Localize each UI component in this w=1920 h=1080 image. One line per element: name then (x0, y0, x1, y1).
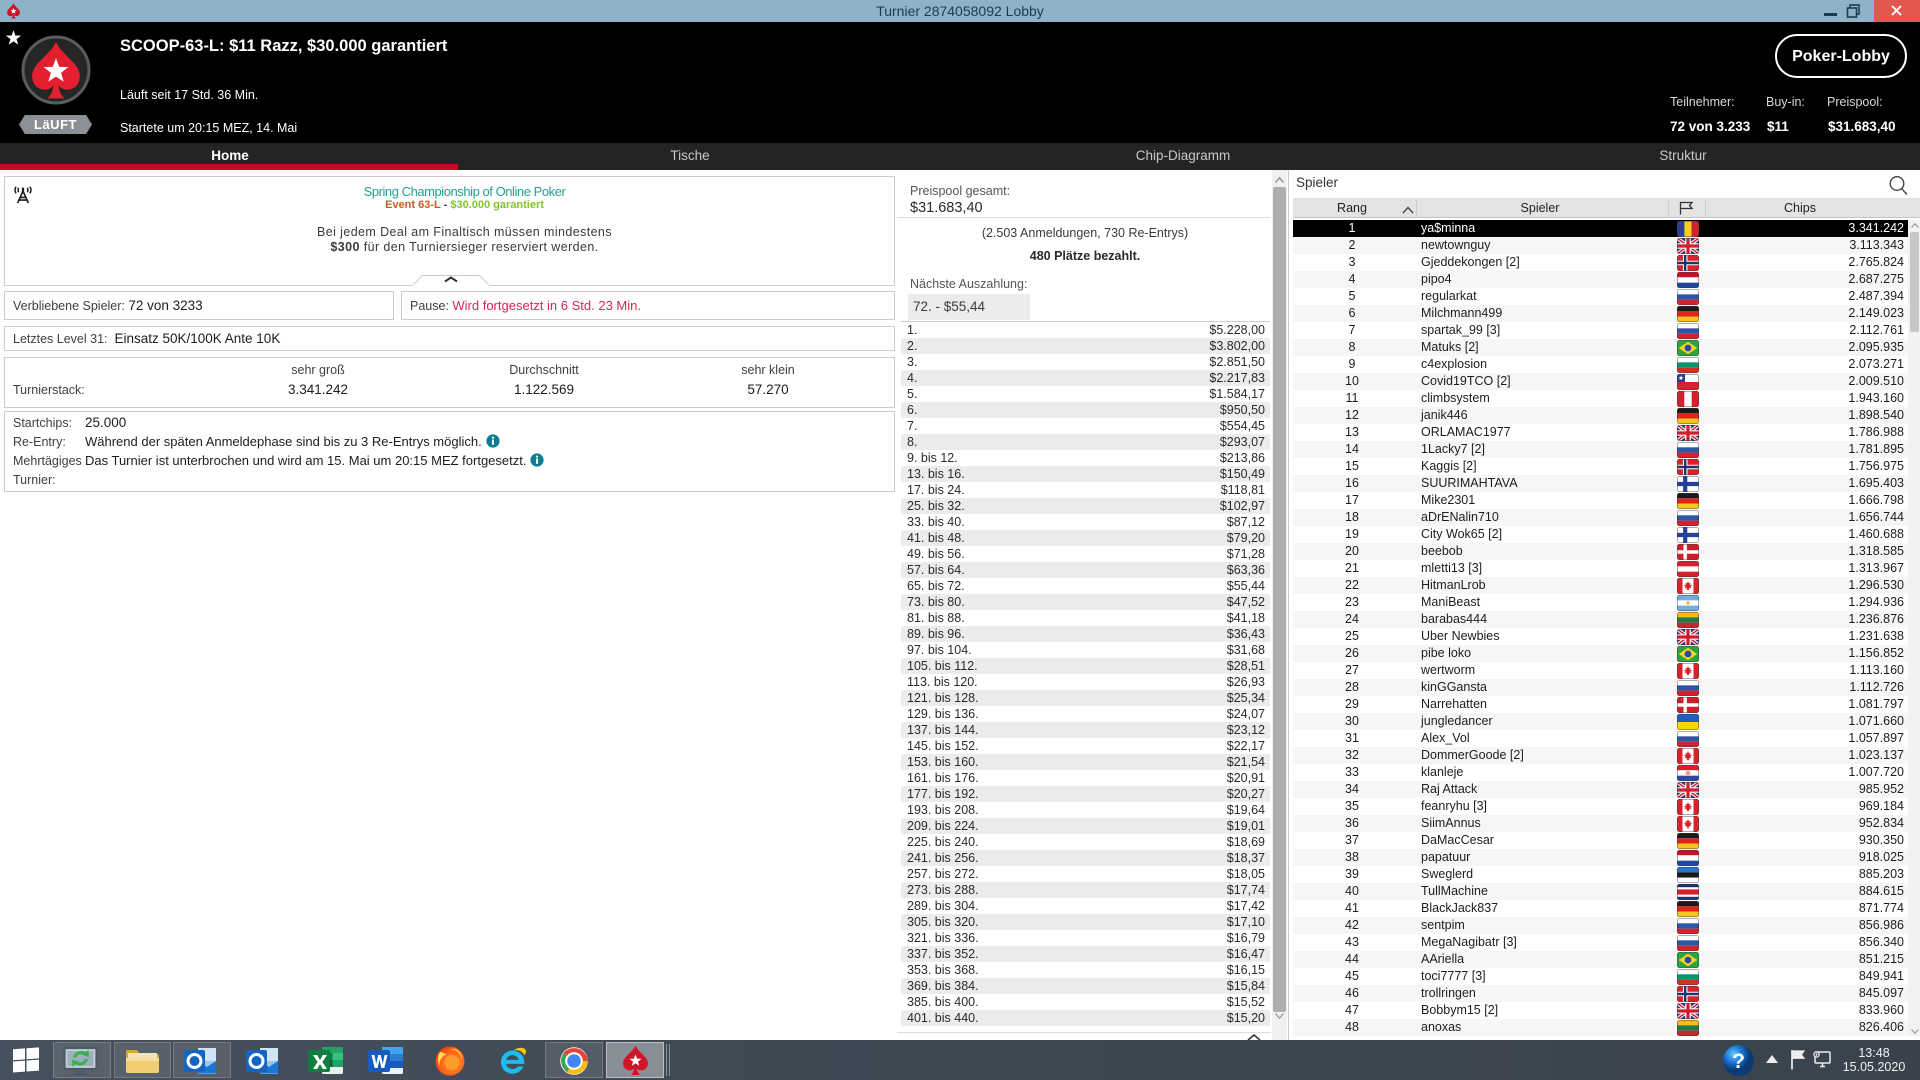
svg-text:?: ? (1732, 1050, 1745, 1073)
